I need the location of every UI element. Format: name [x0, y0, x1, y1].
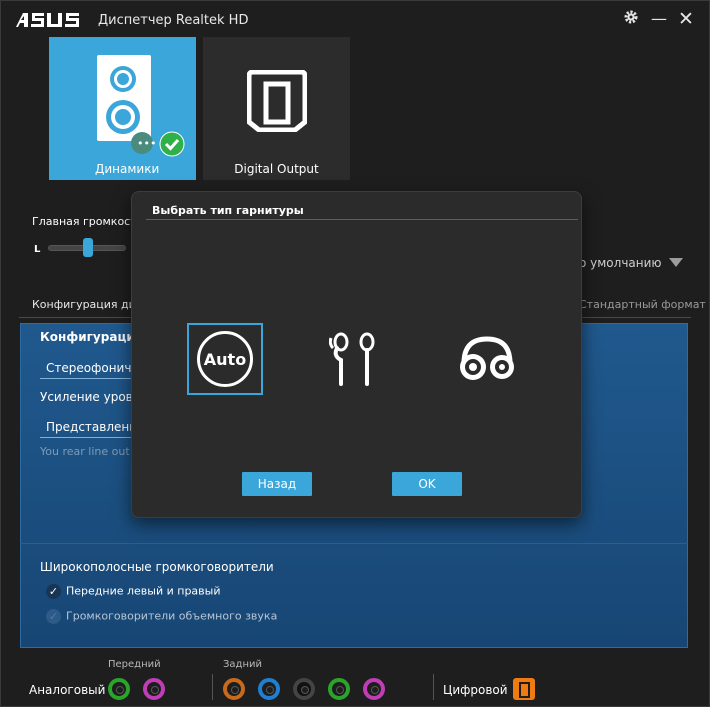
dialog-title: Выбрать тип гарнитуры	[152, 204, 304, 217]
gear-icon[interactable]	[621, 9, 641, 29]
select-underline	[40, 437, 136, 438]
rear-jacks-label: Задний	[223, 659, 262, 670]
checkbox-label: Громкоговорители объемного звука	[66, 609, 278, 623]
front-lr-checkbox[interactable]: ✓ Передние левый и правый	[46, 584, 221, 599]
representation-select[interactable]: Представление	[46, 420, 144, 434]
select-underline	[40, 378, 136, 379]
ok-button[interactable]: OK	[392, 472, 462, 496]
svg-text:•••: •••	[137, 137, 156, 150]
device-tile-digital-output[interactable]: Digital Output	[203, 37, 350, 180]
digital-label: Цифровой	[443, 683, 508, 697]
realtek-window: Диспетчер Realtek HD — ✕ ••• Динамики Di…	[0, 0, 710, 707]
rear-line-note: You rear line out i	[40, 445, 137, 458]
front-jacks-label: Передний	[108, 659, 161, 670]
close-button[interactable]: ✕	[676, 9, 696, 29]
chevron-down-icon[interactable]	[669, 258, 683, 267]
headset-type-dialog: Выбрать тип гарнитуры Auto Назад OK	[131, 191, 582, 518]
title-bar: Диспетчер Realtek HD — ✕	[1, 1, 709, 39]
digital-output-icon	[247, 70, 307, 132]
check-icon: ✓	[46, 584, 61, 599]
gain-label: Усиление уровн	[40, 390, 141, 404]
tab-speaker-config[interactable]: Конфигурация дин	[32, 298, 143, 311]
auto-icon: Auto	[197, 331, 253, 387]
minimize-button[interactable]: —	[649, 9, 669, 29]
section-divider	[20, 543, 688, 544]
dialog-title-divider	[146, 219, 578, 220]
default-device-label[interactable]: о умолчанию	[579, 256, 662, 270]
device-label: Digital Output	[234, 162, 319, 176]
back-button[interactable]: Назад	[242, 472, 312, 496]
checkbox-label: Передние левый и правый	[66, 584, 221, 598]
earbuds-icon	[329, 332, 375, 386]
jack-front-pink[interactable]	[143, 678, 165, 700]
speaker-config-select[interactable]: Стереофонич	[46, 361, 131, 375]
volume-slider-thumb[interactable]	[83, 238, 93, 257]
fullrange-title: Широкополосные громкоговорители	[40, 560, 274, 574]
check-icon: ✓	[46, 609, 61, 624]
headset-option-headphones[interactable]	[449, 323, 525, 395]
jack-rear-green[interactable]	[328, 678, 350, 700]
tab-default-format[interactable]: Стандартный формат	[579, 298, 706, 311]
jack-rear-blue[interactable]	[258, 678, 280, 700]
digital-output-icon[interactable]	[513, 678, 535, 700]
headset-option-auto[interactable]: Auto	[187, 323, 263, 395]
speaker-icon: •••	[97, 55, 156, 154]
analog-label: Аналоговый	[29, 683, 106, 697]
check-icon	[159, 131, 185, 157]
option-label: Auto	[203, 349, 247, 369]
headphones-icon	[460, 336, 514, 380]
jack-rear-black[interactable]	[293, 678, 315, 700]
surround-checkbox[interactable]: ✓ Громкоговорители объемного звука	[46, 609, 277, 624]
jack-front-green[interactable]	[108, 678, 130, 700]
headset-option-earbuds[interactable]	[316, 323, 392, 395]
left-channel-label: L	[34, 244, 41, 255]
jack-divider	[433, 674, 434, 700]
asus-logo	[16, 13, 79, 27]
device-label: Динамики	[95, 162, 160, 176]
app-title: Диспетчер Realtek HD	[98, 13, 249, 28]
jack-rear-orange[interactable]	[223, 678, 245, 700]
jack-rear-pink[interactable]	[363, 678, 385, 700]
main-volume-label: Главная громкость	[32, 215, 144, 228]
device-tile-speakers[interactable]: ••• Динамики	[49, 37, 196, 180]
jack-divider	[212, 674, 213, 700]
